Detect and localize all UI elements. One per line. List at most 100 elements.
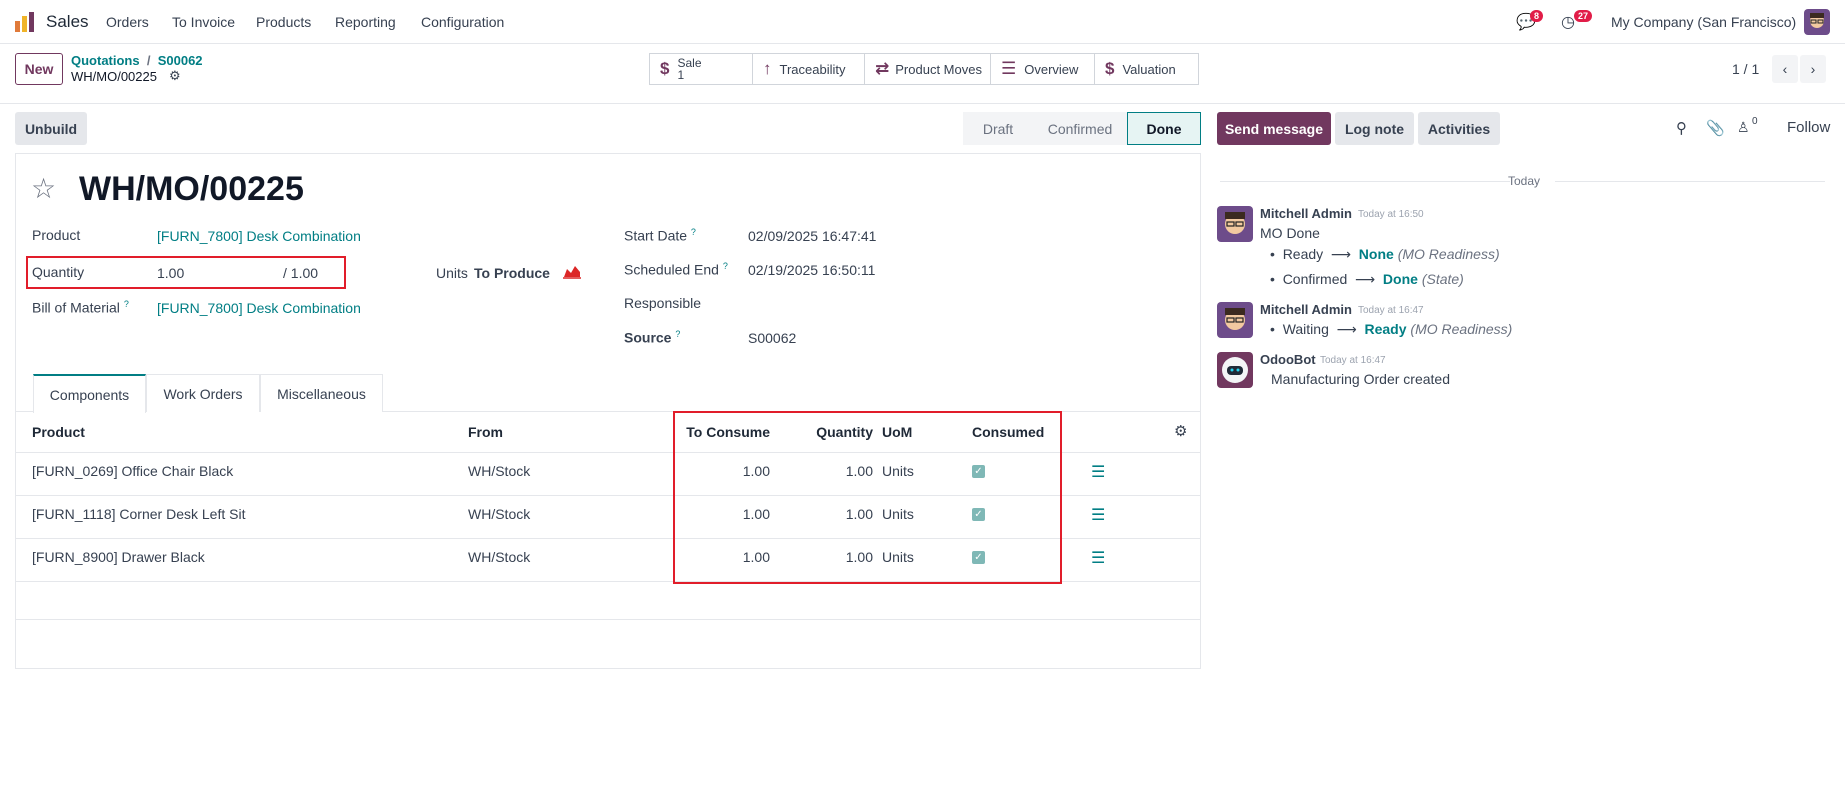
scheduled-end-field[interactable]: 02/19/2025 16:50:11 (748, 262, 875, 278)
quantity-field[interactable]: 1.00 (157, 265, 184, 281)
activities-clock-icon[interactable]: ◷ (1561, 12, 1575, 32)
avatar[interactable] (1217, 302, 1253, 338)
to-produce-label: To Produce (474, 265, 550, 281)
user-avatar[interactable] (1804, 9, 1830, 35)
messages-badge: 8 (1530, 10, 1544, 22)
bom-label-text: Bill of Material (32, 299, 120, 316)
row-product[interactable]: [FURN_1118] Corner Desk Left Sit (32, 506, 245, 522)
optional-columns-sliders-icon[interactable]: ⚙ (1174, 422, 1187, 440)
message-body: MO Done (1260, 225, 1320, 241)
row-product[interactable]: [FURN_8900] Drawer Black (32, 549, 205, 565)
message-author[interactable]: OdooBot (1260, 352, 1316, 367)
responsible-label: Responsible (624, 295, 702, 311)
odoobot-avatar[interactable] (1217, 352, 1253, 388)
arrow-right-icon: ⟶ (1327, 246, 1355, 262)
scheduled-end-help-icon[interactable]: ? (723, 261, 728, 271)
app-logo-icon[interactable] (14, 11, 36, 33)
source-label-text: Source (624, 329, 672, 346)
breadcrumb-s00062[interactable]: S00062 (158, 53, 203, 68)
message-body: Manufacturing Order created (1271, 371, 1450, 387)
row-details-list-icon[interactable]: ☰ (1091, 462, 1105, 482)
company-switcher[interactable]: My Company (San Francisco) (1611, 14, 1796, 30)
field-name: (MO Readiness) (1397, 246, 1500, 262)
message-author[interactable]: Mitchell Admin (1260, 302, 1352, 317)
source-help-icon[interactable]: ? (675, 329, 680, 339)
message-time: Today at 16:47 (1320, 355, 1386, 366)
followers-user-icon[interactable]: ♙ (1737, 119, 1750, 136)
pager-previous-button[interactable]: ‹ (1772, 55, 1798, 83)
tracking-change: • Waiting ⟶ Ready (MO Readiness) (1270, 321, 1513, 337)
log-note-button[interactable]: Log note (1335, 112, 1414, 145)
header-from[interactable]: From (468, 424, 503, 440)
header-product[interactable]: Product (32, 424, 85, 440)
unbuild-button[interactable]: Unbuild (15, 112, 87, 145)
menu-reporting[interactable]: Reporting (335, 14, 396, 30)
status-confirmed[interactable]: Confirmed (1033, 112, 1127, 145)
arrow-up-icon: ↑ (763, 59, 772, 78)
tab-components[interactable]: Components (33, 374, 146, 413)
row-from[interactable]: WH/Stock (468, 549, 530, 565)
followers-count: 0 (1752, 116, 1758, 127)
message-time: Today at 16:47 (1358, 305, 1424, 316)
bars-icon: ☰ (1001, 59, 1017, 78)
row-from[interactable]: WH/Stock (468, 506, 530, 522)
row-details-list-icon[interactable]: ☰ (1091, 548, 1105, 568)
field-name: (State) (1421, 271, 1464, 287)
row-product[interactable]: [FURN_0269] Office Chair Black (32, 463, 233, 479)
bom-help-icon[interactable]: ? (124, 299, 129, 309)
menu-orders[interactable]: Orders (106, 14, 149, 30)
product-field[interactable]: [FURN_7800] Desk Combination (157, 228, 361, 244)
field-name: (MO Readiness) (1410, 321, 1513, 337)
smart-button-overview[interactable]: ☰ Overview (990, 53, 1095, 85)
avatar[interactable] (1217, 206, 1253, 242)
message-time: Today at 16:50 (1358, 209, 1424, 220)
paperclip-icon[interactable]: 📎 (1706, 119, 1725, 137)
forecast-chart-icon[interactable] (563, 263, 581, 283)
message-author[interactable]: Mitchell Admin (1260, 206, 1352, 221)
new-value: Done (1382, 271, 1418, 287)
app-name[interactable]: Sales (46, 12, 89, 32)
new-button[interactable]: New (15, 53, 63, 85)
status-draft[interactable]: Draft (963, 112, 1033, 145)
old-value: Ready (1282, 246, 1324, 262)
smart-button-valuation[interactable]: $ Valuation (1094, 53, 1199, 85)
tab-work-orders[interactable]: Work Orders (146, 374, 260, 412)
search-icon[interactable]: ⚲ (1676, 119, 1687, 137)
quantity-label: Quantity (32, 264, 85, 280)
smart-button-sale[interactable]: $ Sale 1 (649, 53, 753, 85)
pager-value[interactable]: 1 / 1 (1732, 61, 1759, 77)
dollar-icon: $ (1105, 59, 1115, 78)
bom-field[interactable]: [FURN_7800] Desk Combination (157, 300, 361, 316)
start-date-label-text: Start Date (624, 227, 688, 244)
pager-next-button[interactable]: › (1800, 55, 1826, 83)
start-date-field[interactable]: 02/09/2025 16:47:41 (748, 228, 876, 244)
arrow-right-icon: ⟶ (1332, 321, 1361, 337)
menu-configuration[interactable]: Configuration (421, 14, 504, 30)
row-from[interactable]: WH/Stock (468, 463, 530, 479)
arrow-right-icon: ⟶ (1351, 271, 1380, 287)
product-moves-label: Product Moves (895, 61, 982, 77)
send-message-button[interactable]: Send message (1217, 112, 1331, 145)
row-divider (16, 619, 1200, 620)
status-done[interactable]: Done (1127, 112, 1201, 145)
dollar-icon: $ (660, 59, 670, 78)
consumption-highlight-box (673, 411, 1062, 584)
tab-miscellaneous[interactable]: Miscellaneous (260, 374, 383, 412)
chevron-left-icon: ‹ (1782, 61, 1788, 77)
gear-icon[interactable]: ⚙ (169, 68, 181, 84)
tracking-change: • Ready ⟶ None (MO Readiness) (1270, 246, 1500, 262)
tracking-change: • Confirmed ⟶ Done (State) (1270, 271, 1464, 287)
smart-button-product-moves[interactable]: ⇄ Product Moves (864, 53, 991, 85)
traceability-label: Traceability (779, 61, 846, 77)
favorite-star-icon[interactable]: ☆ (31, 172, 56, 205)
follow-button[interactable]: Follow (1787, 119, 1830, 136)
menu-products[interactable]: Products (256, 14, 311, 30)
smart-button-traceability[interactable]: ↑ Traceability (752, 53, 865, 85)
row-details-list-icon[interactable]: ☰ (1091, 505, 1105, 525)
start-date-help-icon[interactable]: ? (691, 227, 696, 237)
activities-button[interactable]: Activities (1418, 112, 1500, 145)
valuation-label: Valuation (1122, 61, 1176, 77)
breadcrumb-quotations[interactable]: Quotations (71, 53, 140, 68)
menu-to-invoice[interactable]: To Invoice (172, 14, 235, 30)
start-date-label: Start Date ? (624, 227, 696, 244)
